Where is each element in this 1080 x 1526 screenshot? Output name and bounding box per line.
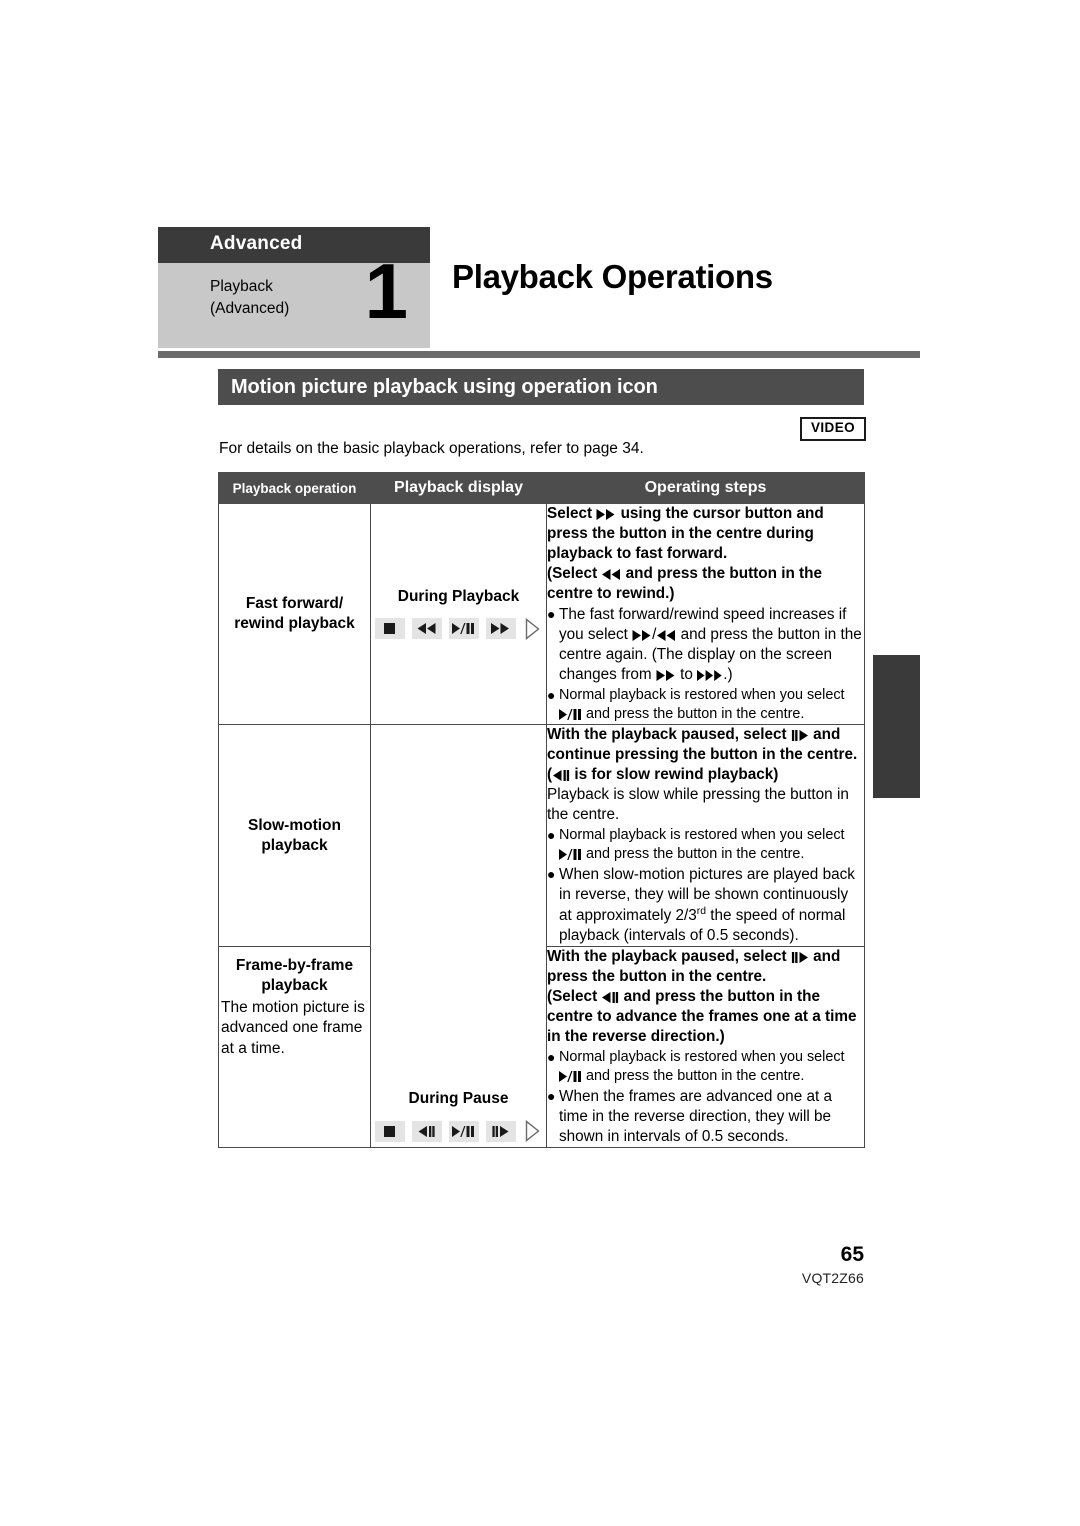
operation-label-line1: Frame-by-frame [235, 957, 354, 975]
slow-rewind-icon[interactable] [411, 1120, 442, 1142]
operation-label-line1: Slow-motion [248, 816, 341, 834]
operation-label-line1: Fast forward/ [245, 595, 344, 613]
section-title-text: Motion picture playback using operation … [231, 375, 658, 398]
step-bullet: ● When the frames are advanced one at a … [547, 1087, 864, 1147]
cell-steps-fast-forward: Select using the cursor button and press… [546, 503, 865, 725]
column-header-display: Playback display [370, 472, 547, 504]
manual-page: Advanced Playback (Advanced) 1 Playback … [0, 0, 1080, 1526]
chapter-subtitle-line1: Playback [210, 277, 273, 295]
ordinal-suffix: rd [696, 905, 706, 917]
cell-display-during-pause: During Pause [370, 723, 547, 1149]
chapter-subtitle: Playback (Advanced) [210, 276, 289, 320]
slow-rewind-glyph [601, 992, 619, 1004]
stop-icon[interactable] [374, 618, 405, 639]
header-rule [158, 351, 920, 358]
bullet-dot: ● [547, 1049, 556, 1066]
cell-steps-slow-motion: With the playback paused, select and con… [546, 723, 865, 948]
step-bold-secondary: (Select and press the button in the cent… [547, 988, 857, 1046]
cell-operation-fast-forward: Fast forward/ rewind playback [218, 503, 371, 725]
cell-steps-frame-by-frame: With the playback paused, select and pre… [546, 946, 865, 1149]
bullet-dot: ● [547, 827, 556, 844]
play-pause-icon[interactable] [448, 1120, 479, 1142]
cursor-right-icon[interactable] [523, 1119, 543, 1143]
fast-forward-glyph [596, 509, 616, 520]
table-header-row: Playback operation Playback display Oper… [218, 472, 865, 504]
column-header-steps: Operating steps [546, 472, 865, 504]
cursor-right-icon[interactable] [523, 617, 543, 641]
bullet-text: Normal playback is restored when you sel… [559, 687, 845, 723]
table-row: Slow-motion playback During Pause With t… [218, 723, 865, 1149]
table-row: Fast forward/ rewind playback During Pla… [218, 503, 865, 725]
cell-operation-slow-motion: Slow-motion playback [218, 723, 371, 948]
document-code: VQT2Z66 [801, 1270, 864, 1286]
page-number: 65 [840, 1243, 864, 1266]
bullet-text: Normal playback is restored when you sel… [559, 1049, 845, 1085]
rewind-glyph [656, 630, 676, 642]
operation-icon-bar [371, 1119, 546, 1143]
video-media-badge: VIDEO [800, 417, 867, 441]
operation-label-line2: playback [261, 976, 328, 994]
play-pause-glyph [559, 849, 582, 861]
chapter-subtitle-line2: (Advanced) [210, 299, 290, 317]
step-bullet: ● Normal playback is restored when you s… [547, 686, 864, 724]
step-bullet: ● Normal playback is restored when you s… [547, 1048, 864, 1086]
operation-note: The motion picture is advanced one frame… [221, 998, 365, 1057]
cell-display-during-playback: During Playback [370, 503, 547, 725]
step-bullet: ● When slow-motion pictures are played b… [547, 865, 864, 946]
fast-forward-glyph [656, 670, 676, 682]
bullet-dot: ● [547, 1087, 556, 1104]
play-pause-glyph [559, 1071, 582, 1083]
rewind-icon[interactable] [411, 618, 442, 639]
column-header-operation: Playback operation [218, 472, 371, 504]
bullet-text: The fast forward/rewind speed increases … [559, 606, 862, 684]
chapter-number: 1 [364, 246, 408, 335]
bullet-text: Normal playback is restored when you sel… [559, 827, 845, 863]
chapter-body: Playback (Advanced) 1 [158, 252, 430, 348]
step-bold-primary: Select using the cursor button and press… [547, 505, 824, 563]
bullet-dot: ● [547, 687, 556, 704]
cell-operation-frame-by-frame: Frame-by-frame playback The motion pictu… [218, 946, 371, 1149]
step-bullet: ● The fast forward/rewind speed increase… [547, 605, 864, 685]
operation-label-line2: rewind playback [234, 615, 355, 632]
operation-label-line2: playback [261, 836, 328, 854]
play-pause-icon[interactable] [448, 618, 479, 639]
section-title-bar: Motion picture playback using operation … [218, 369, 864, 405]
step-bold-secondary: (Select and press the button in the cent… [547, 565, 822, 603]
display-state-label: During Pause [408, 1090, 509, 1108]
display-state-label: During Playback [397, 587, 520, 605]
bullet-dot: ● [547, 606, 556, 623]
playback-operations-table: Playback operation Playback display Oper… [218, 472, 865, 1149]
step-bullet: ● Normal playback is restored when you s… [547, 826, 864, 864]
play-pause-glyph [559, 709, 582, 721]
bullet-text: When slow-motion pictures are played bac… [559, 865, 855, 945]
chapter-header-block: Advanced Playback (Advanced) 1 [158, 227, 430, 348]
thumb-index-tab [873, 655, 920, 798]
slow-rewind-glyph [552, 770, 570, 782]
step-bold-primary: With the playback paused, select and con… [547, 726, 858, 764]
bullet-text: When the frames are advanced one at a ti… [559, 1087, 832, 1146]
fast-forward-x3-glyph [697, 670, 723, 682]
slow-forward-glyph [791, 730, 809, 741]
page-title: Playback Operations [452, 258, 773, 295]
fast-forward-icon[interactable] [485, 618, 516, 639]
section-intro-text: For details on the basic playback operat… [219, 440, 644, 457]
slow-forward-glyph [791, 952, 809, 964]
step-plain-text: Playback is slow while pressing the butt… [547, 786, 849, 824]
step-bold-secondary: ( is for slow rewind playback) [547, 766, 779, 784]
rewind-glyph [601, 569, 621, 581]
slow-forward-icon[interactable] [485, 1120, 516, 1142]
operation-icon-bar [371, 617, 546, 641]
step-bold-primary: With the playback paused, select and pre… [547, 948, 841, 986]
fast-forward-glyph [632, 630, 652, 642]
stop-icon[interactable] [374, 1120, 405, 1142]
bullet-dot: ● [547, 865, 556, 882]
